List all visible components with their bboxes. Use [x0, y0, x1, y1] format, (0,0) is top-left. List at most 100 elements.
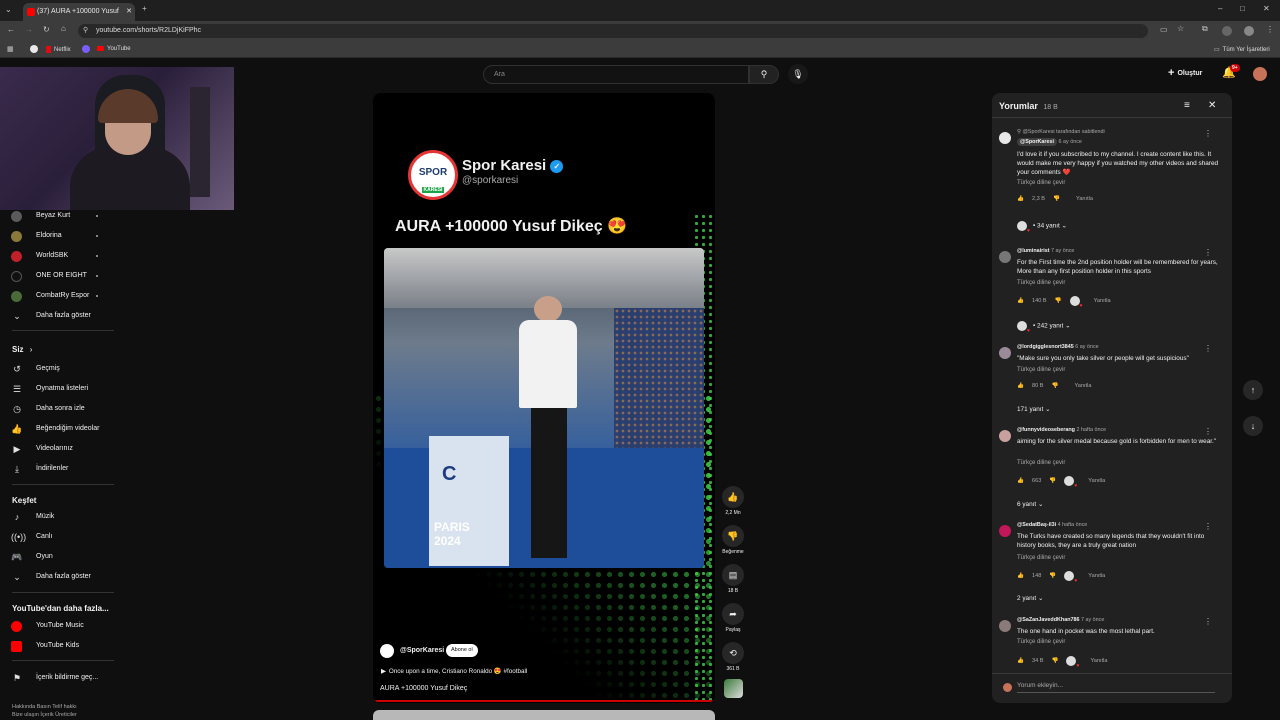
minimize-icon[interactable]: –: [1218, 4, 1222, 13]
view-replies-button[interactable]: 2 yanıt ⌄: [1017, 594, 1043, 602]
translate-link[interactable]: Türkçe diline çevir: [1017, 555, 1065, 561]
all-bookmarks[interactable]: ▭ Tüm Yer İşaretleri: [1214, 46, 1270, 53]
translate-link[interactable]: Türkçe diline çevir: [1017, 460, 1065, 466]
like-icon[interactable]: 👍: [1017, 573, 1024, 579]
sidebar-item-report[interactable]: ⚑ İçerik bildirme geç...: [0, 668, 115, 688]
dislike-icon[interactable]: 👎: [1051, 383, 1058, 389]
back-icon[interactable]: ←: [7, 25, 15, 34]
like-button[interactable]: 👍 2,2 Mn: [720, 486, 746, 516]
sort-icon[interactable]: ≡: [1184, 100, 1190, 111]
bookmark-netflix[interactable]: Netflix: [46, 46, 71, 53]
google-icon[interactable]: [30, 45, 38, 53]
voice-search-button[interactable]: 🎙: [788, 64, 808, 84]
sidebar-item-gaming[interactable]: 🎮 Oyun: [0, 547, 115, 567]
sidebar-item-youtube-kids[interactable]: YouTube Kids: [0, 636, 115, 656]
sound-thumbnail[interactable]: [724, 679, 743, 698]
profile-icon-2[interactable]: [1244, 26, 1254, 36]
apps-grid-icon[interactable]: ▦: [7, 45, 14, 53]
comment-author[interactable]: @funnyvideoseberang: [1017, 427, 1075, 433]
reply-button[interactable]: Yanıtla: [1088, 478, 1105, 484]
sidebar-item-live[interactable]: ((•)) Canlı: [0, 527, 115, 547]
close-comments-icon[interactable]: ✕: [1208, 100, 1216, 111]
reply-button[interactable]: Yanıtla: [1090, 658, 1107, 664]
bookmark-purple-icon[interactable]: [82, 45, 90, 53]
view-replies-button[interactable]: 171 yanıt ⌄: [1017, 405, 1050, 413]
tab-close-icon[interactable]: ✕: [126, 3, 132, 21]
commenter-avatar[interactable]: [999, 132, 1011, 144]
dislike-icon[interactable]: 👎: [1049, 573, 1056, 579]
sidebar-item-playlists[interactable]: ☰ Oynatma listeleri: [0, 379, 115, 399]
search-button[interactable]: ⚲: [749, 65, 779, 84]
subscription-item[interactable]: WorldSBK: [0, 246, 115, 266]
view-replies-button[interactable]: 6 yanıt ⌄: [1017, 500, 1043, 508]
account-avatar[interactable]: [1253, 67, 1267, 81]
commenter-avatar[interactable]: [999, 347, 1011, 359]
translate-link[interactable]: Türkçe diline çevir: [1017, 639, 1065, 645]
comment-menu-icon[interactable]: ⋮: [1204, 344, 1212, 353]
dislike-icon[interactable]: 👎: [1051, 658, 1058, 664]
bookmark-youtube[interactable]: YouTube: [97, 46, 131, 52]
tab-list-icon[interactable]: ⌄: [5, 5, 12, 14]
comment-author[interactable]: @SaZanJaveddKhan786: [1017, 617, 1079, 623]
dislike-icon[interactable]: 👎: [1049, 478, 1056, 484]
reply-button[interactable]: Yanıtla: [1074, 383, 1091, 389]
progress-bar[interactable]: [373, 700, 715, 702]
comment-author[interactable]: @SporKaresi: [1017, 138, 1058, 146]
comment-author[interactable]: @luminairist: [1017, 248, 1050, 254]
channel-name[interactable]: @SporKaresi: [400, 647, 444, 654]
comment-menu-icon[interactable]: ⋮: [1204, 427, 1212, 436]
footer-links-2[interactable]: Bize ulaşın İçerik Üreticiler: [12, 712, 77, 718]
remix-button[interactable]: ⟲ 361 B: [720, 642, 746, 672]
dislike-icon[interactable]: 👎: [1053, 196, 1060, 202]
next-short-button[interactable]: ↓: [1243, 416, 1263, 436]
sidebar-item-watch-later[interactable]: ◷ Daha sonra izle: [0, 399, 115, 419]
maximize-icon[interactable]: □: [1240, 4, 1245, 13]
subscription-item[interactable]: Beyaz Kurt: [0, 206, 115, 226]
comment-menu-icon[interactable]: ⋮: [1204, 248, 1212, 257]
sidebar-item-liked-videos[interactable]: 👍 Beğendiğim videolar: [0, 419, 115, 439]
previous-short-button[interactable]: ↑: [1243, 380, 1263, 400]
subscribe-button[interactable]: Abone ol: [446, 644, 478, 657]
comments-button[interactable]: ▤ 18 B: [720, 564, 746, 594]
commenter-avatar[interactable]: [999, 525, 1011, 537]
comment-author[interactable]: @SedatBaş-il3i: [1017, 522, 1056, 528]
subscription-item[interactable]: Eldorina: [0, 226, 115, 246]
browser-menu-icon[interactable]: ⋮: [1266, 25, 1274, 34]
forward-icon[interactable]: →: [25, 25, 33, 34]
footer-links[interactable]: Hakkında Basın Telif hakkı: [12, 704, 77, 710]
dislike-icon[interactable]: 👎: [1055, 298, 1062, 304]
browser-tab-active[interactable]: (37) AURA +100000 Yusuf ✕: [23, 3, 135, 21]
like-icon[interactable]: 👍: [1017, 383, 1024, 389]
cast-icon[interactable]: ▭: [1160, 25, 1168, 34]
sidebar-item-youtube-music[interactable]: YouTube Music: [0, 616, 115, 636]
reply-button[interactable]: Yanıtla: [1076, 196, 1093, 202]
notifications-button[interactable]: 🔔 9+: [1222, 64, 1240, 79]
new-tab-icon[interactable]: +: [142, 4, 147, 13]
comment-menu-icon[interactable]: ⋮: [1204, 522, 1212, 531]
commenter-avatar[interactable]: [999, 620, 1011, 632]
sidebar-item-downloads[interactable]: ⤓ İndirilenler: [0, 459, 115, 479]
short-video-player[interactable]: SPOR KARESİ Spor Karesi ✓ @sporkaresi AU…: [373, 93, 715, 703]
subscription-item[interactable]: ONE OR EIGHT: [0, 266, 115, 286]
dislike-button[interactable]: 👎 Beğenme: [720, 525, 746, 555]
like-icon[interactable]: 👍: [1017, 478, 1024, 484]
profile-icon[interactable]: [1222, 26, 1232, 36]
commenter-avatar[interactable]: [999, 430, 1011, 442]
reload-icon[interactable]: ↻: [43, 25, 50, 34]
translate-link[interactable]: Türkçe diline çevir: [1017, 180, 1065, 186]
sidebar-item-music[interactable]: ♪ Müzik: [0, 507, 115, 527]
reply-button[interactable]: Yanıtla: [1094, 298, 1111, 304]
url-input[interactable]: ⚲ youtube.com/shorts/R2LDjKiFPhc: [78, 24, 1148, 38]
subscriptions-show-more[interactable]: ⌄ Daha fazla göster: [0, 306, 115, 326]
next-short-preview[interactable]: [373, 710, 715, 720]
sidebar-item-history[interactable]: ↺ Geçmiş: [0, 359, 115, 379]
home-icon[interactable]: ⌂: [61, 24, 66, 33]
commenter-avatar[interactable]: [999, 251, 1011, 263]
sidebar-item-your-videos[interactable]: ▶ Videolarınız: [0, 439, 115, 459]
add-comment-input[interactable]: Yorum ekleyin...: [1017, 682, 1215, 693]
comment-menu-icon[interactable]: ⋮: [1204, 617, 1212, 626]
window-close-icon[interactable]: ✕: [1263, 4, 1270, 13]
you-section-title[interactable]: Siz ›: [12, 345, 32, 354]
explore-show-more[interactable]: ⌄ Daha fazla göster: [0, 567, 115, 587]
channel-avatar[interactable]: [380, 644, 394, 658]
